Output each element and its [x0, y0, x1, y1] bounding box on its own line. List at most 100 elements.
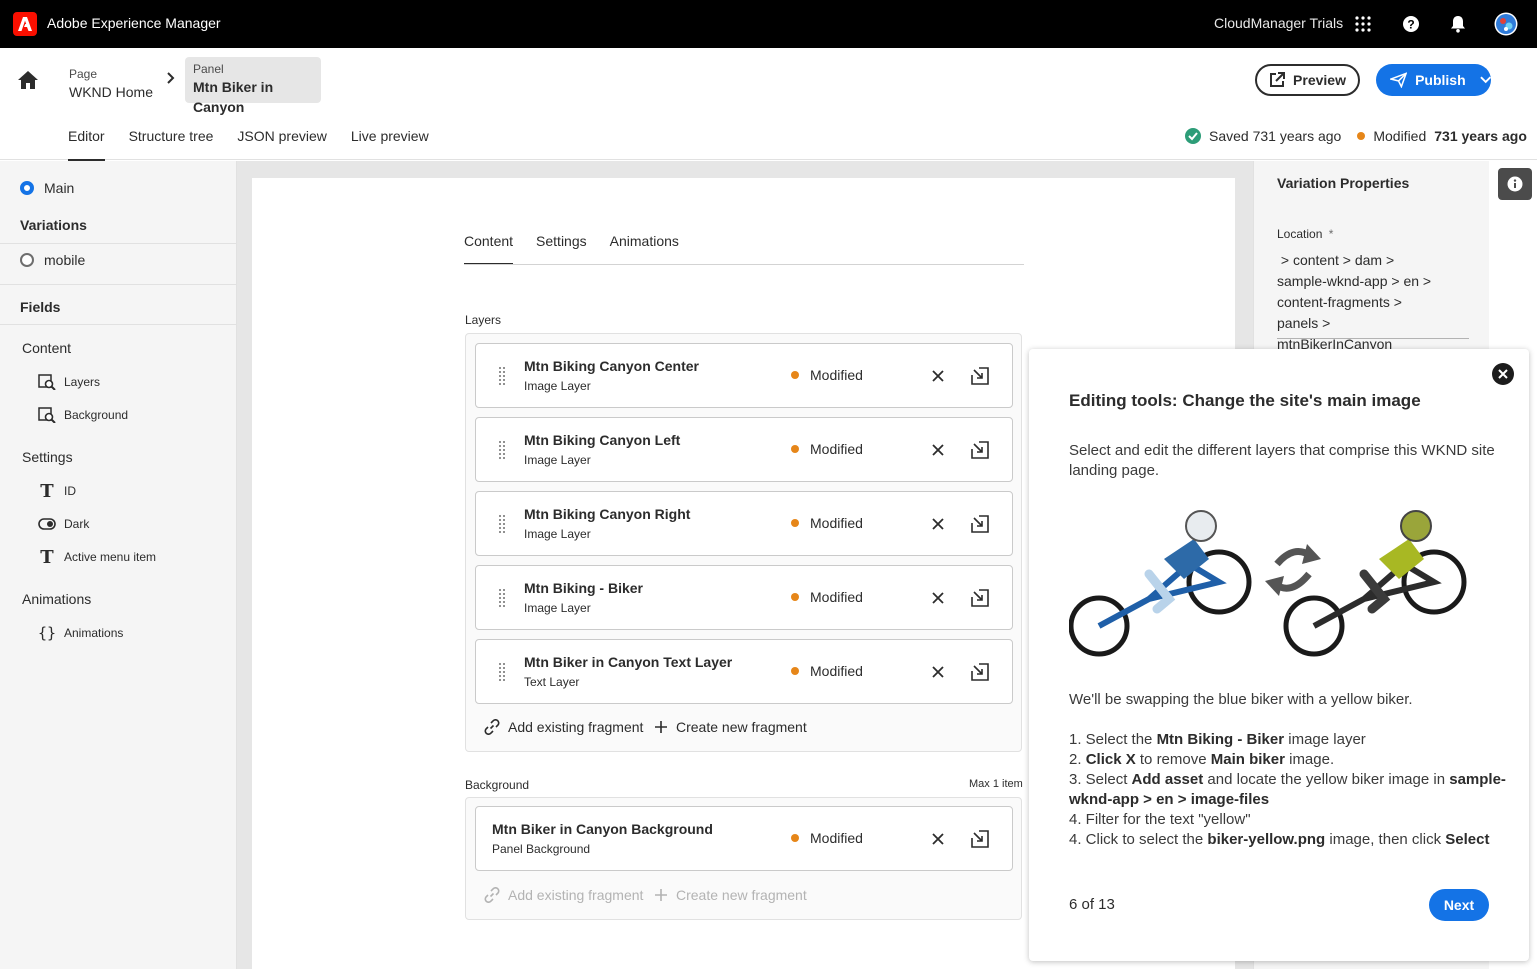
modified-value: 731 years ago — [1434, 128, 1527, 144]
card-subtitle: Image Layer — [524, 601, 591, 615]
fragment-reference-icon — [38, 373, 56, 391]
card-title: Mtn Biker in Canyon Text Layer — [524, 654, 733, 670]
next-button[interactable]: Next — [1429, 889, 1489, 921]
publish-label: Publish — [1415, 72, 1466, 88]
save-status: Saved 731 years ago Modified 731 years a… — [1185, 128, 1527, 144]
user-avatar[interactable] — [1494, 12, 1518, 36]
layer-card[interactable]: Mtn Biking Canyon Left Image Layer Modifie… — [475, 417, 1013, 482]
breadcrumb-kind: Page — [69, 67, 98, 81]
field-active-menu-item[interactable]: T Active menu item — [38, 547, 157, 568]
field-layers[interactable]: Layers — [38, 373, 100, 391]
modified-dot — [791, 445, 799, 453]
tab-content[interactable]: Content — [464, 233, 514, 265]
field-background[interactable]: Background — [38, 406, 128, 424]
layer-card[interactable]: Mtn Biking Canyon Right Image Layer Modifi… — [475, 491, 1013, 556]
help-icon[interactable]: ? — [1399, 12, 1423, 36]
field-dark[interactable]: Dark — [38, 515, 89, 533]
close-icon[interactable] — [1492, 363, 1514, 385]
main-label: Main — [44, 180, 75, 196]
tour-step: 4. Filter for the text "yellow" — [1069, 811, 1251, 828]
open-fragment-icon[interactable] — [969, 365, 991, 387]
tour-step: 4. Click to select the biker-yellow.png … — [1069, 831, 1490, 848]
field-label: Active menu item — [64, 550, 157, 564]
remove-icon[interactable] — [928, 440, 948, 460]
app-title[interactable]: Adobe Experience Manager — [47, 15, 221, 31]
tab-animations[interactable]: Animations — [610, 233, 679, 265]
add-existing-label: Add existing fragment — [508, 887, 644, 903]
fragment-reference-icon — [38, 406, 56, 424]
card-subtitle: Image Layer — [524, 527, 591, 541]
open-fragment-icon[interactable] — [969, 661, 991, 683]
remove-icon[interactable] — [928, 829, 948, 849]
tab-settings[interactable]: Settings — [536, 233, 587, 265]
open-fragment-icon[interactable] — [969, 439, 991, 461]
breadcrumb-panel[interactable]: Panel Mtn Biker in Canyon — [185, 57, 321, 115]
modified-label: Modified — [810, 515, 863, 531]
tour-step: 3. Select Add asset and locate the yello… — [1069, 771, 1506, 808]
tour-step: 1. Select the Mtn Biking - Biker image l… — [1069, 731, 1366, 748]
open-fragment-icon[interactable] — [969, 587, 991, 609]
fields-title: Fields — [20, 299, 61, 315]
publish-button[interactable]: Publish — [1376, 64, 1491, 96]
top-bar: Adobe Experience Manager CloudManager Tr… — [0, 0, 1537, 48]
tour-steps: 1. Select the Mtn Biking - Biker image l… — [1069, 730, 1509, 850]
field-id[interactable]: T ID — [38, 481, 76, 502]
open-external-icon — [1270, 72, 1286, 87]
open-fragment-icon[interactable] — [969, 828, 991, 850]
tour-intro: Select and edit the different layers tha… — [1069, 442, 1495, 479]
variations-title: Variations — [20, 217, 87, 233]
blue-biker-image — [1069, 510, 1252, 657]
field-animations[interactable]: {} Animations — [38, 624, 123, 642]
breadcrumb-page[interactable]: Page WKND Home — [69, 66, 153, 102]
link-icon — [484, 719, 500, 735]
drag-handle-icon[interactable] — [498, 662, 506, 682]
background-card[interactable]: Mtn Biker in Canyon Background Panel Bac… — [475, 806, 1013, 871]
info-icon[interactable] — [1498, 168, 1532, 200]
home-icon[interactable] — [16, 68, 40, 92]
create-new-fragment-button-disabled: Create new fragment — [654, 887, 807, 903]
create-new-fragment-button[interactable]: Create new fragment — [654, 719, 807, 735]
layer-card[interactable]: Mtn Biking - Biker Image Layer Modified — [475, 565, 1013, 630]
modified-status: Modified — [791, 367, 863, 383]
location-path[interactable]: > content > dam > sample-wknd-app > en >… — [1277, 250, 1447, 355]
card-title: Mtn Biking - Biker — [524, 580, 644, 596]
variation-main-radio[interactable]: Main — [20, 180, 74, 196]
preview-label: Preview — [1293, 72, 1346, 88]
mobile-label: mobile — [44, 252, 86, 268]
remove-icon[interactable] — [928, 662, 948, 682]
saved-text: Saved 731 years ago — [1209, 128, 1342, 144]
open-fragment-icon[interactable] — [969, 513, 991, 535]
remove-icon[interactable] — [928, 588, 948, 608]
drag-handle-icon[interactable] — [498, 588, 506, 608]
org-switcher[interactable]: CloudManager Trials — [1214, 15, 1343, 31]
drag-handle-icon[interactable] — [498, 366, 506, 386]
app-grid-icon[interactable] — [1351, 12, 1375, 36]
field-label: Dark — [64, 517, 90, 531]
card-title: Mtn Biking Canyon Center — [524, 358, 700, 374]
layer-card[interactable]: Mtn Biking Canyon Center Image Layer Modif… — [475, 343, 1013, 408]
tab-live-preview[interactable]: Live preview — [351, 128, 429, 160]
modified-status: Modified — [791, 663, 863, 679]
tab-structure-tree[interactable]: Structure tree — [129, 128, 214, 160]
drag-handle-icon[interactable] — [498, 440, 506, 460]
field-group-content: Content — [22, 340, 72, 356]
remove-icon[interactable] — [928, 514, 948, 534]
drag-handle-icon[interactable] — [498, 514, 506, 534]
add-existing-fragment-button[interactable]: Add existing fragment — [484, 719, 643, 735]
tour-title: Editing tools: Change the site's main im… — [1069, 391, 1421, 410]
variation-mobile-radio[interactable]: mobile — [20, 252, 85, 268]
chevron-down-icon[interactable] — [1479, 76, 1491, 84]
preview-button[interactable]: Preview — [1255, 64, 1360, 96]
field-label: Background — [64, 408, 129, 422]
layer-card[interactable]: Mtn Biker in Canyon Text Layer Text Layer… — [475, 639, 1013, 704]
guided-tour-popover: Editing tools: Change the site's main im… — [1029, 349, 1529, 961]
tab-editor[interactable]: Editor — [68, 128, 105, 161]
breadcrumb-value: Mtn Biker in Canyon — [193, 79, 274, 115]
modified-label: Modified — [810, 663, 863, 679]
biker-swap-illustration — [1069, 510, 1467, 657]
remove-icon[interactable] — [928, 366, 948, 386]
modified-label: Modified — [810, 441, 863, 457]
notifications-bell-icon[interactable] — [1446, 12, 1470, 36]
tab-json-preview[interactable]: JSON preview — [237, 128, 326, 160]
adobe-logo-icon[interactable] — [13, 12, 37, 36]
